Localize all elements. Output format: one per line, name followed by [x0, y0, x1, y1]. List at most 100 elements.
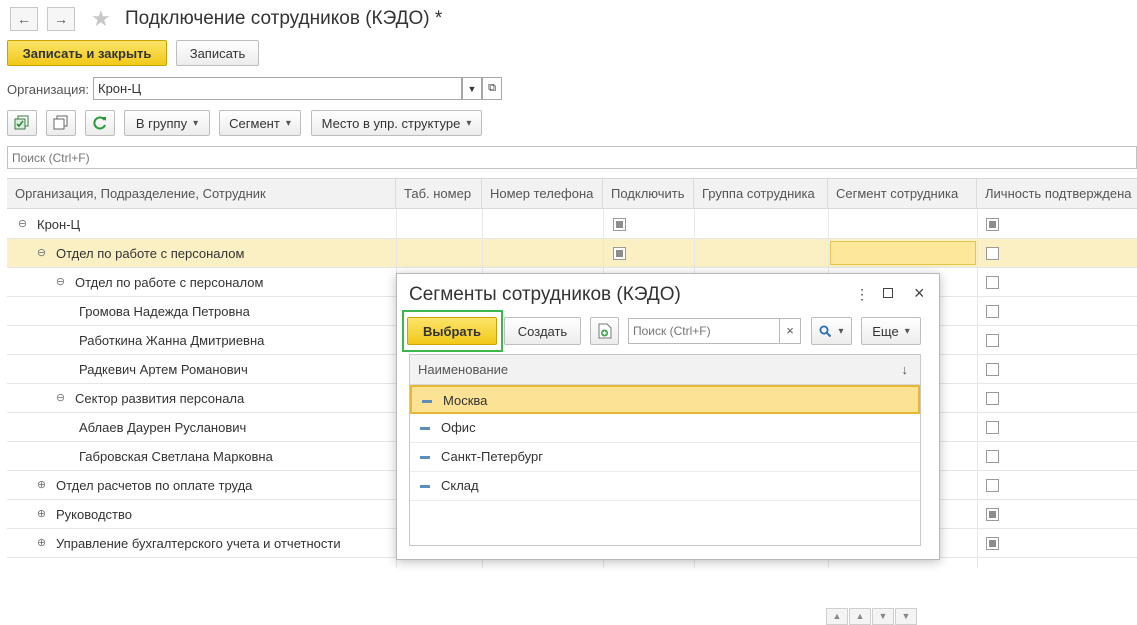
identity-confirmed-checkbox[interactable] [986, 392, 999, 405]
connect-checkbox[interactable] [613, 218, 626, 231]
search-input[interactable] [7, 146, 1137, 169]
list-item-label: Санкт-Петербург [441, 449, 543, 464]
sort-arrow-icon[interactable]: ↓ [902, 355, 909, 385]
identity-confirmed-checkbox[interactable] [986, 247, 999, 260]
list-item[interactable]: Склад [410, 472, 920, 501]
col-segment[interactable]: Сегмент сотрудника [828, 179, 977, 208]
identity-confirmed-checkbox[interactable] [986, 305, 999, 318]
organization-label: Организация: [7, 82, 90, 97]
page-title: Подключение сотрудников (КЭДО) * [125, 8, 443, 29]
segments-list: Наименование ↓ Москва Офис Санкт-Петербург… [409, 354, 921, 625]
table-header: Организация, Подразделение, Сотрудник Та… [7, 178, 1137, 209]
column-name-header[interactable]: Наименование ↓ [410, 355, 920, 385]
list-item[interactable]: Санкт-Петербург [410, 443, 920, 472]
uncheck-all-button[interactable] [46, 110, 76, 136]
table-row[interactable]: ⊖ Крон-Ц [7, 210, 1137, 239]
dialog-title: Сегменты сотрудников (КЭДО) [409, 284, 681, 305]
collapse-icon[interactable]: ⊖ [55, 393, 66, 404]
list-item[interactable]: Москва [410, 385, 920, 414]
row-label: Отдел по работе с персоналом [56, 246, 245, 261]
copy-document-icon [598, 323, 611, 339]
open-icon: ⧉ [488, 82, 496, 94]
clear-search-button[interactable]: × [780, 318, 801, 344]
col-connect[interactable]: Подключить [603, 179, 694, 208]
place-in-structure-label: Место в упр. структуре [321, 115, 461, 131]
collapse-icon[interactable]: ⊖ [17, 219, 28, 230]
check-all-button[interactable] [7, 110, 37, 136]
refresh-button[interactable] [85, 110, 115, 136]
row-label: Крон-Ц [37, 217, 81, 232]
segments-dialog: Сегменты сотрудников (КЭДО) ⋮ × Выбрать … [396, 273, 940, 625]
col-org[interactable]: Организация, Подразделение, Сотрудник [7, 179, 396, 208]
maximize-icon[interactable] [883, 288, 893, 298]
col-tab-number[interactable]: Таб. номер [396, 179, 482, 208]
col-phone[interactable]: Номер телефона [482, 179, 603, 208]
identity-confirmed-checkbox[interactable] [986, 276, 999, 289]
scroll-down-icon[interactable]: ▼ [872, 608, 894, 625]
segment-label: Сегмент [229, 115, 280, 131]
collapse-icon[interactable]: ⊖ [55, 277, 66, 288]
connect-checkbox[interactable] [613, 247, 626, 260]
row-label: Аблаев Даурен Русланович [79, 420, 247, 435]
row-label: Отдел расчетов по оплате труда [56, 478, 253, 493]
list-item-label: Москва [443, 393, 488, 408]
uncheck-all-icon [53, 115, 68, 130]
organization-dropdown-button[interactable]: ▼ [462, 77, 482, 100]
write-and-close-button[interactable]: Записать и закрыть [7, 40, 167, 66]
row-label: Отдел по работе с персоналом [75, 275, 264, 290]
write-button[interactable]: Записать [176, 40, 259, 66]
check-all-icon [14, 115, 29, 130]
identity-confirmed-checkbox[interactable] [986, 537, 999, 550]
select-button[interactable]: Выбрать [407, 317, 497, 345]
expand-icon[interactable]: ⊕ [36, 480, 47, 491]
row-label: Громова Надежда Петровна [79, 304, 250, 319]
item-marker-icon [420, 456, 430, 459]
refresh-icon [93, 116, 106, 130]
item-marker-icon [420, 427, 430, 430]
row-label: Радкевич Артем Романович [79, 362, 248, 377]
dialog-search-input[interactable] [628, 318, 780, 344]
search-options-button[interactable] [811, 317, 852, 345]
place-in-structure-button[interactable]: Место в упр. структуре [311, 110, 482, 136]
expand-icon[interactable]: ⊕ [36, 509, 47, 520]
more-button[interactable]: Еще [861, 317, 921, 345]
search-icon [819, 325, 832, 337]
create-button[interactable]: Создать [504, 317, 581, 345]
item-marker-icon [422, 400, 432, 403]
forward-button[interactable]: → [47, 7, 75, 31]
organization-open-button[interactable]: ⧉ [482, 77, 502, 100]
to-group-label: В группу [135, 115, 188, 131]
identity-confirmed-checkbox[interactable] [986, 479, 999, 492]
scroll-top-icon[interactable]: ▲ [826, 608, 848, 625]
dialog-menu-icon[interactable]: ⋮ [855, 286, 869, 303]
item-marker-icon [420, 485, 430, 488]
organization-field[interactable]: Крон-Ц [93, 77, 462, 100]
back-button[interactable]: ← [10, 7, 38, 31]
expand-icon[interactable]: ⊕ [36, 538, 47, 549]
segment-cell-editing[interactable] [830, 241, 976, 265]
segment-button[interactable]: Сегмент [219, 110, 301, 136]
close-icon[interactable]: × [914, 283, 925, 304]
favorite-star-icon[interactable]: ★ [91, 6, 111, 32]
list-item-label: Офис [441, 420, 476, 435]
organization-value: Крон-Ц [98, 81, 142, 96]
col-confirmed[interactable]: Личность подтверждена [977, 179, 1137, 208]
identity-confirmed-checkbox[interactable] [986, 421, 999, 434]
identity-confirmed-checkbox[interactable] [986, 218, 999, 231]
list-item[interactable]: Офис [410, 414, 920, 443]
row-label: Габровская Светлана Марковна [79, 449, 273, 464]
scroll-up-icon[interactable]: ▲ [849, 608, 871, 625]
identity-confirmed-checkbox[interactable] [986, 508, 999, 521]
row-label: Сектор развития персонала [75, 391, 245, 406]
scroll-bottom-icon[interactable]: ▼ [895, 608, 917, 625]
col-group[interactable]: Группа сотрудника [694, 179, 828, 208]
identity-confirmed-checkbox[interactable] [986, 363, 999, 376]
arrow-right-icon: → [54, 11, 68, 27]
collapse-icon[interactable]: ⊖ [36, 248, 47, 259]
column-name-label: Наименование [418, 362, 509, 377]
to-group-button[interactable]: В группу [124, 110, 210, 136]
copy-button[interactable] [590, 317, 619, 345]
row-label: Управление бухгалтерского учета и отчетн… [56, 536, 341, 551]
identity-confirmed-checkbox[interactable] [986, 334, 999, 347]
identity-confirmed-checkbox[interactable] [986, 450, 999, 463]
